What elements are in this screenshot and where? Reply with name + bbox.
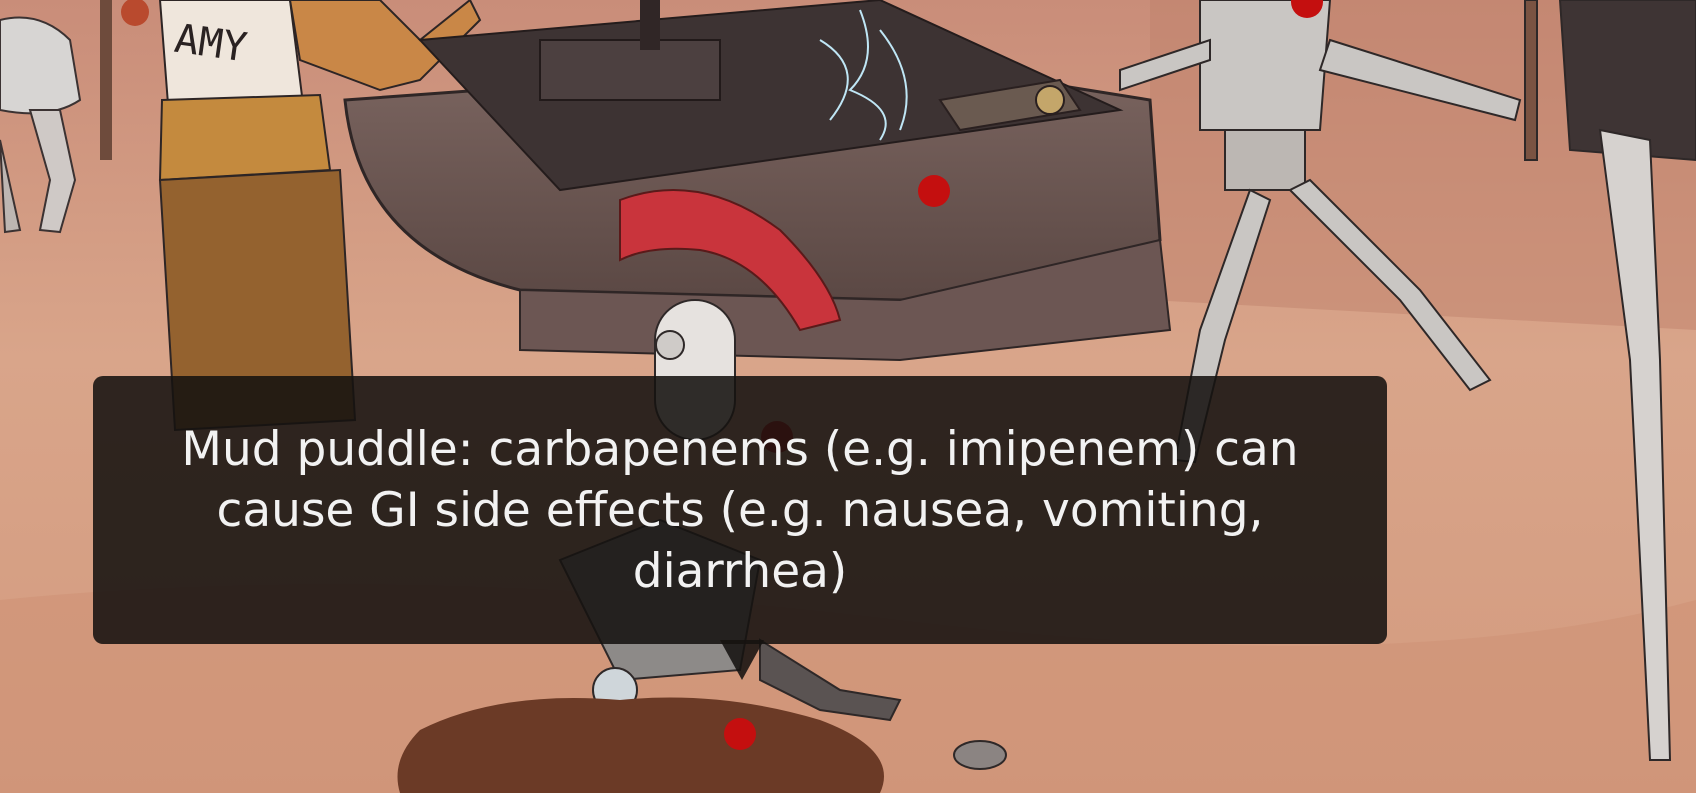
hotspot-tooltip: Mud puddle: carbapenems (e.g. imipenem) … (93, 376, 1387, 644)
left-post (100, 0, 112, 160)
machine-hotspot[interactable] (902, 159, 966, 223)
mud-puddle-hotspot[interactable] (708, 702, 772, 766)
tooltip-pointer (720, 640, 764, 680)
floor-gear (953, 740, 1007, 770)
tooltip-text: Mud puddle: carbapenems (e.g. imipenem) … (181, 421, 1299, 599)
